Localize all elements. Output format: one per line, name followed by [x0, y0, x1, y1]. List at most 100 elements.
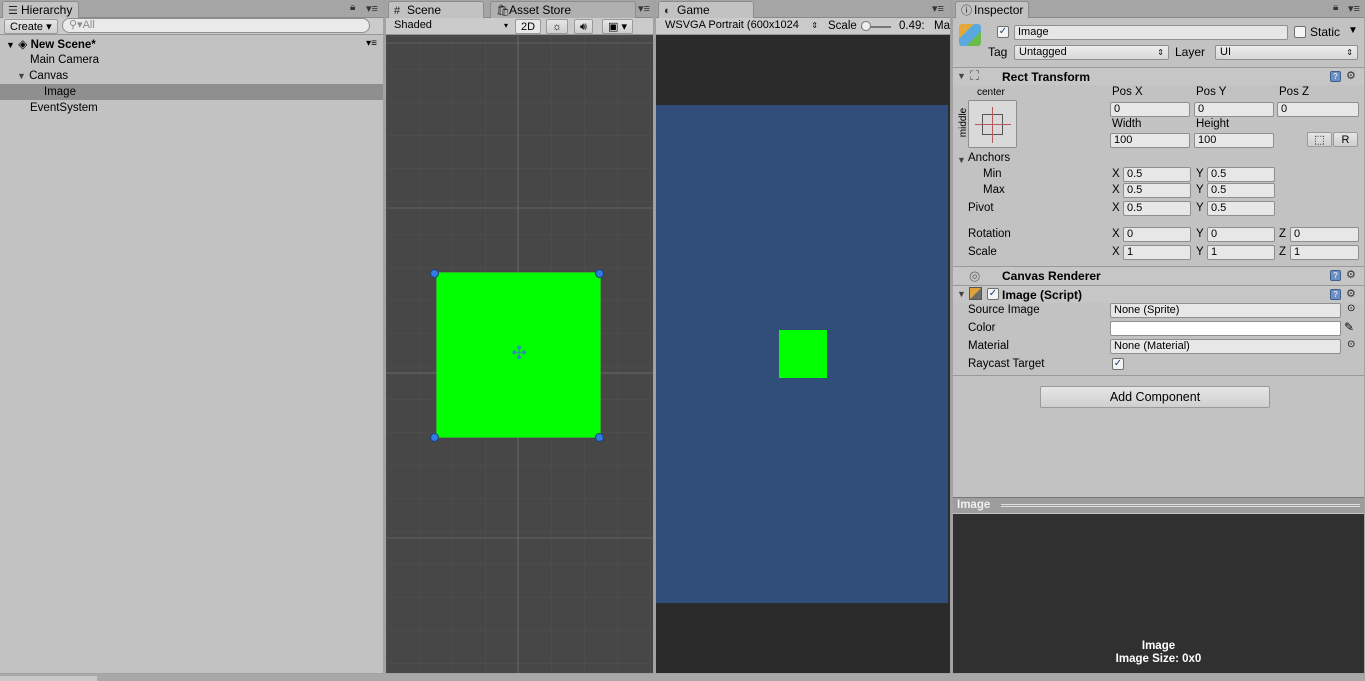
tag-dropdown[interactable]: Untagged ⇕	[1014, 45, 1169, 60]
chevron-down-icon: ▾	[503, 21, 508, 30]
panel-menu-icon[interactable]: ▾≡	[932, 2, 944, 15]
rot-y-label: Y	[1196, 228, 1204, 240]
width-field[interactable]: 100	[1110, 133, 1190, 148]
max-y-label: Y	[1196, 184, 1204, 196]
tab-hierarchy[interactable]: ☰ Hierarchy	[2, 1, 80, 18]
color-label: Color	[968, 322, 996, 334]
panel-menu-icon[interactable]: ▾≡	[1348, 2, 1360, 15]
fold-arrow-icon[interactable]: ▼	[6, 40, 15, 50]
preview-size: Image Size: 0x0	[1115, 653, 1202, 665]
hierarchy-item-main-camera[interactable]: Main Camera	[0, 52, 383, 68]
anchor-preset-button[interactable]	[968, 100, 1017, 148]
add-component-button[interactable]: Add Component	[1040, 386, 1270, 408]
pos-y-field[interactable]: 0	[1194, 102, 1274, 117]
object-picker-icon[interactable]: ⊙	[1347, 303, 1355, 314]
effects-dropdown[interactable]: ▣ ▾	[602, 19, 633, 34]
corner-handle-br[interactable]	[595, 433, 604, 442]
rotation-z-field[interactable]: 0	[1290, 227, 1359, 242]
maximize-on-play-button[interactable]: Ma	[934, 20, 950, 32]
height-field[interactable]: 100	[1194, 133, 1274, 148]
tab-inspector[interactable]: ⓘ Inspector	[955, 1, 1029, 18]
anchor-preset-vline	[992, 107, 993, 143]
rotation-x-field[interactable]: 0	[1123, 227, 1191, 242]
pivot-y-field[interactable]: 0.5	[1207, 201, 1275, 216]
image-enabled-checkbox[interactable]: ✓	[987, 288, 999, 300]
shading-mode-dropdown[interactable]: Shaded ▾	[390, 19, 512, 34]
image-script-header[interactable]: ▼ ✓ Image (Script) ? ⚙	[953, 285, 1364, 303]
panel-menu-icon[interactable]: ▾≡	[638, 2, 650, 15]
gear-icon[interactable]: ⚙	[1346, 268, 1356, 281]
lock-icon[interactable]: 🔒︎	[1333, 2, 1338, 13]
static-label: Static	[1310, 25, 1341, 39]
pos-x-label: Pos X	[1112, 86, 1143, 98]
help-icon[interactable]: ?	[1330, 270, 1341, 281]
hierarchy-item-eventsystem[interactable]: EventSystem	[0, 100, 383, 116]
help-icon[interactable]: ?	[1330, 289, 1341, 300]
corner-handle-tl[interactable]	[430, 269, 439, 278]
resolution-dropdown[interactable]: WSVGA Portrait (600x1024 ⇕	[662, 19, 822, 34]
eyedropper-icon[interactable]: ✎	[1344, 320, 1354, 334]
inspector-tabbar: ⓘ Inspector 🔒︎ ▾≡	[953, 0, 1364, 18]
fold-arrow-icon[interactable]: ▼	[17, 71, 26, 81]
fold-arrow-icon[interactable]: ▼	[957, 289, 966, 299]
pos-z-label: Pos Z	[1279, 86, 1310, 98]
game-panel: ◐ Game ▾≡ WSVGA Portrait (600x1024 ⇕ Scal…	[656, 0, 950, 673]
hierarchy-item-canvas[interactable]: ▼ Canvas	[0, 68, 383, 84]
blueprint-mode-button[interactable]: ⬚	[1307, 132, 1332, 147]
anchor-min-x-field[interactable]: 0.5	[1123, 167, 1191, 182]
max-label: Max	[983, 184, 1005, 196]
scale-label: Scale	[968, 246, 997, 258]
scene-toolbar: Shaded ▾ 2D ☼ 🔊︎ ▣ ▾	[386, 18, 653, 35]
tab-asset-store[interactable]: 🛍︎ Asset Store	[490, 1, 636, 18]
rotation-label: Rotation	[968, 228, 1011, 240]
gear-icon[interactable]: ⚙	[1346, 287, 1356, 300]
object-picker-icon[interactable]: ⊙	[1347, 339, 1355, 350]
audio-toggle[interactable]: 🔊︎	[574, 19, 593, 34]
object-name-field[interactable]: Image	[1014, 25, 1288, 40]
rotation-y-field[interactable]: 0	[1207, 227, 1275, 242]
tab-game[interactable]: ◐ Game	[658, 1, 754, 18]
corner-handle-tr[interactable]	[595, 269, 604, 278]
hierarchy-item-image[interactable]: Image	[0, 84, 383, 100]
scale-z-field[interactable]: 1	[1290, 245, 1359, 260]
anchor-max-y-field[interactable]: 0.5	[1207, 183, 1275, 198]
corner-handle-bl[interactable]	[430, 433, 439, 442]
gameobject-cube-icon	[959, 24, 981, 46]
static-checkbox[interactable]	[1294, 26, 1306, 38]
raycast-target-checkbox[interactable]: ✓	[1112, 358, 1124, 370]
material-field[interactable]: None (Material)	[1110, 339, 1341, 354]
anchor-max-x-field[interactable]: 0.5	[1123, 183, 1191, 198]
tab-scene[interactable]: # Scene	[388, 1, 484, 18]
anchor-min-y-field[interactable]: 0.5	[1207, 167, 1275, 182]
raw-edit-button[interactable]: R	[1333, 132, 1358, 147]
scale-slider-thumb[interactable]	[861, 21, 871, 31]
pos-z-field[interactable]: 0	[1277, 102, 1359, 117]
pos-x-field[interactable]: 0	[1110, 102, 1190, 117]
drag-handle[interactable]	[1001, 504, 1360, 507]
scale-x-field[interactable]: 1	[1123, 245, 1191, 260]
active-checkbox[interactable]: ✓	[997, 26, 1009, 38]
pivot-x-field[interactable]: 0.5	[1123, 201, 1191, 216]
scene-root-item[interactable]: ▼ ◈ New Scene* ▾≡	[0, 36, 383, 52]
help-icon[interactable]: ?	[1330, 71, 1341, 82]
lock-icon[interactable]: 🔒︎	[350, 2, 355, 13]
search-input[interactable]: ⚲▾All	[62, 18, 370, 33]
color-swatch[interactable]	[1110, 321, 1341, 336]
layer-dropdown[interactable]: UI ⇕	[1215, 45, 1358, 60]
image-component-icon	[969, 287, 982, 300]
fold-arrow-icon[interactable]: ▼	[957, 71, 966, 81]
mode-2d-button[interactable]: 2D	[515, 19, 542, 34]
canvas-renderer-header[interactable]: ◎ Canvas Renderer ? ⚙	[953, 266, 1364, 284]
rect-transform-header[interactable]: ▼ ⛶ Rect Transform ? ⚙	[953, 67, 1364, 85]
gear-icon[interactable]: ⚙	[1346, 69, 1356, 82]
anchors-fold-icon[interactable]: ▼	[957, 155, 966, 165]
lighting-toggle[interactable]: ☼	[546, 19, 569, 34]
panel-menu-icon[interactable]: ▾≡	[366, 2, 378, 15]
source-image-field[interactable]: None (Sprite)	[1110, 303, 1341, 318]
scene-menu-icon[interactable]: ▾≡	[366, 36, 377, 52]
preview-header[interactable]: Image	[953, 497, 1364, 513]
create-button[interactable]: Create ▾	[4, 19, 58, 34]
pivot-handle-icon[interactable]: ✣	[508, 342, 530, 364]
static-dropdown-icon[interactable]: ▼	[1348, 25, 1358, 36]
scale-y-field[interactable]: 1	[1207, 245, 1275, 260]
